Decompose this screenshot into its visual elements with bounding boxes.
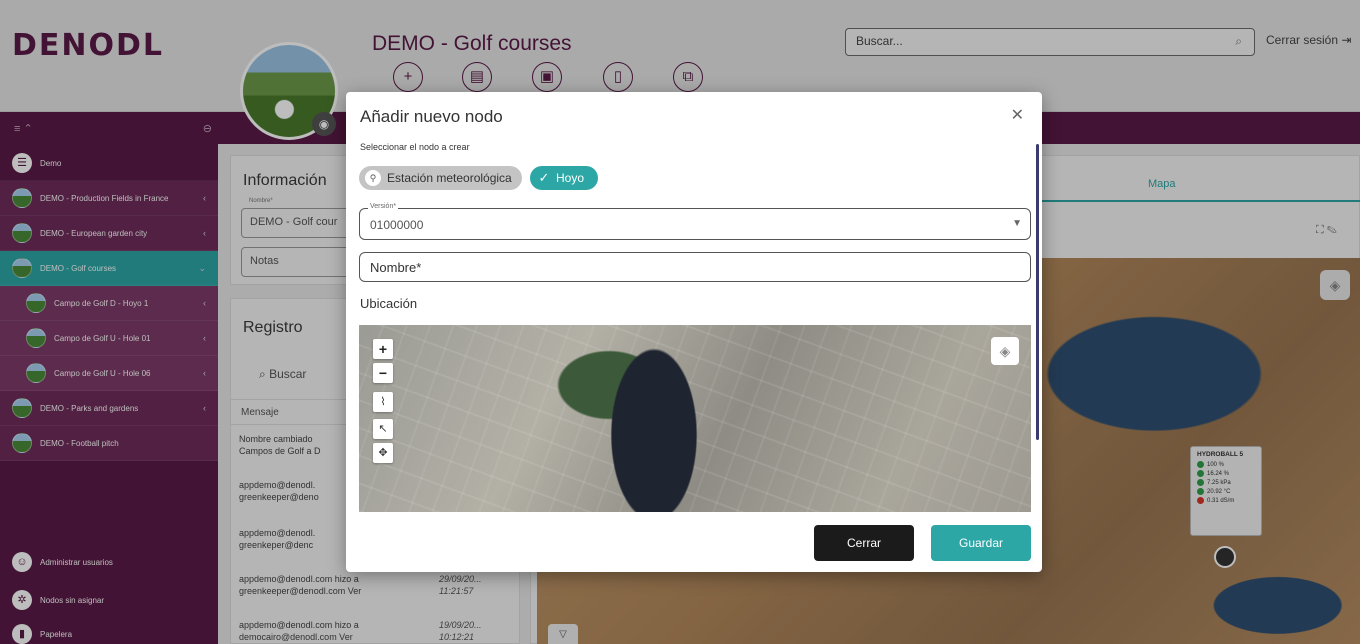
cancel-button[interactable]: Cerrar (814, 525, 914, 561)
zoom-in-button[interactable]: + (373, 339, 393, 359)
save-button[interactable]: Guardar (931, 525, 1031, 561)
weather-station-icon: ⚲ (365, 170, 381, 186)
add-node-dialog: Añadir nuevo nodo ✕ Seleccionar el nodo … (346, 92, 1042, 572)
name-input[interactable]: Nombre* (359, 252, 1031, 282)
version-select[interactable]: Versión* 01000000 ▼ (359, 203, 1031, 240)
draw-polygon-icon[interactable]: ⌇ (373, 392, 393, 412)
check-icon: ✓ (538, 170, 550, 185)
dialog-scrollbar[interactable] (1036, 144, 1039, 440)
version-label: Versión* (368, 203, 399, 210)
zoom-out-button[interactable]: − (373, 363, 393, 383)
option-hoyo[interactable]: ✓ Hoyo (530, 166, 599, 190)
version-value: 01000000 (370, 218, 424, 232)
move-icon[interactable]: ✥ (373, 443, 393, 463)
location-label: Ubicación (360, 296, 418, 311)
option-weather-station[interactable]: ⚲ Estación meteorológica (359, 166, 522, 190)
option-label: Hoyo (556, 171, 585, 185)
option-label: Estación meteorológica (387, 171, 512, 185)
close-icon[interactable]: ✕ (1011, 105, 1024, 125)
dialog-title: Añadir nuevo nodo (360, 107, 503, 126)
pointer-icon[interactable]: ↖ (373, 419, 393, 439)
location-map[interactable]: + − ⌇ ↖ ✥ ◈ (359, 325, 1031, 512)
dropdown-arrow-icon[interactable]: ▼ (1012, 218, 1022, 229)
name-placeholder: Nombre* (370, 260, 422, 275)
dialog-subtitle: Seleccionar el nodo a crear (360, 142, 470, 152)
layers-icon[interactable]: ◈ (991, 337, 1019, 365)
